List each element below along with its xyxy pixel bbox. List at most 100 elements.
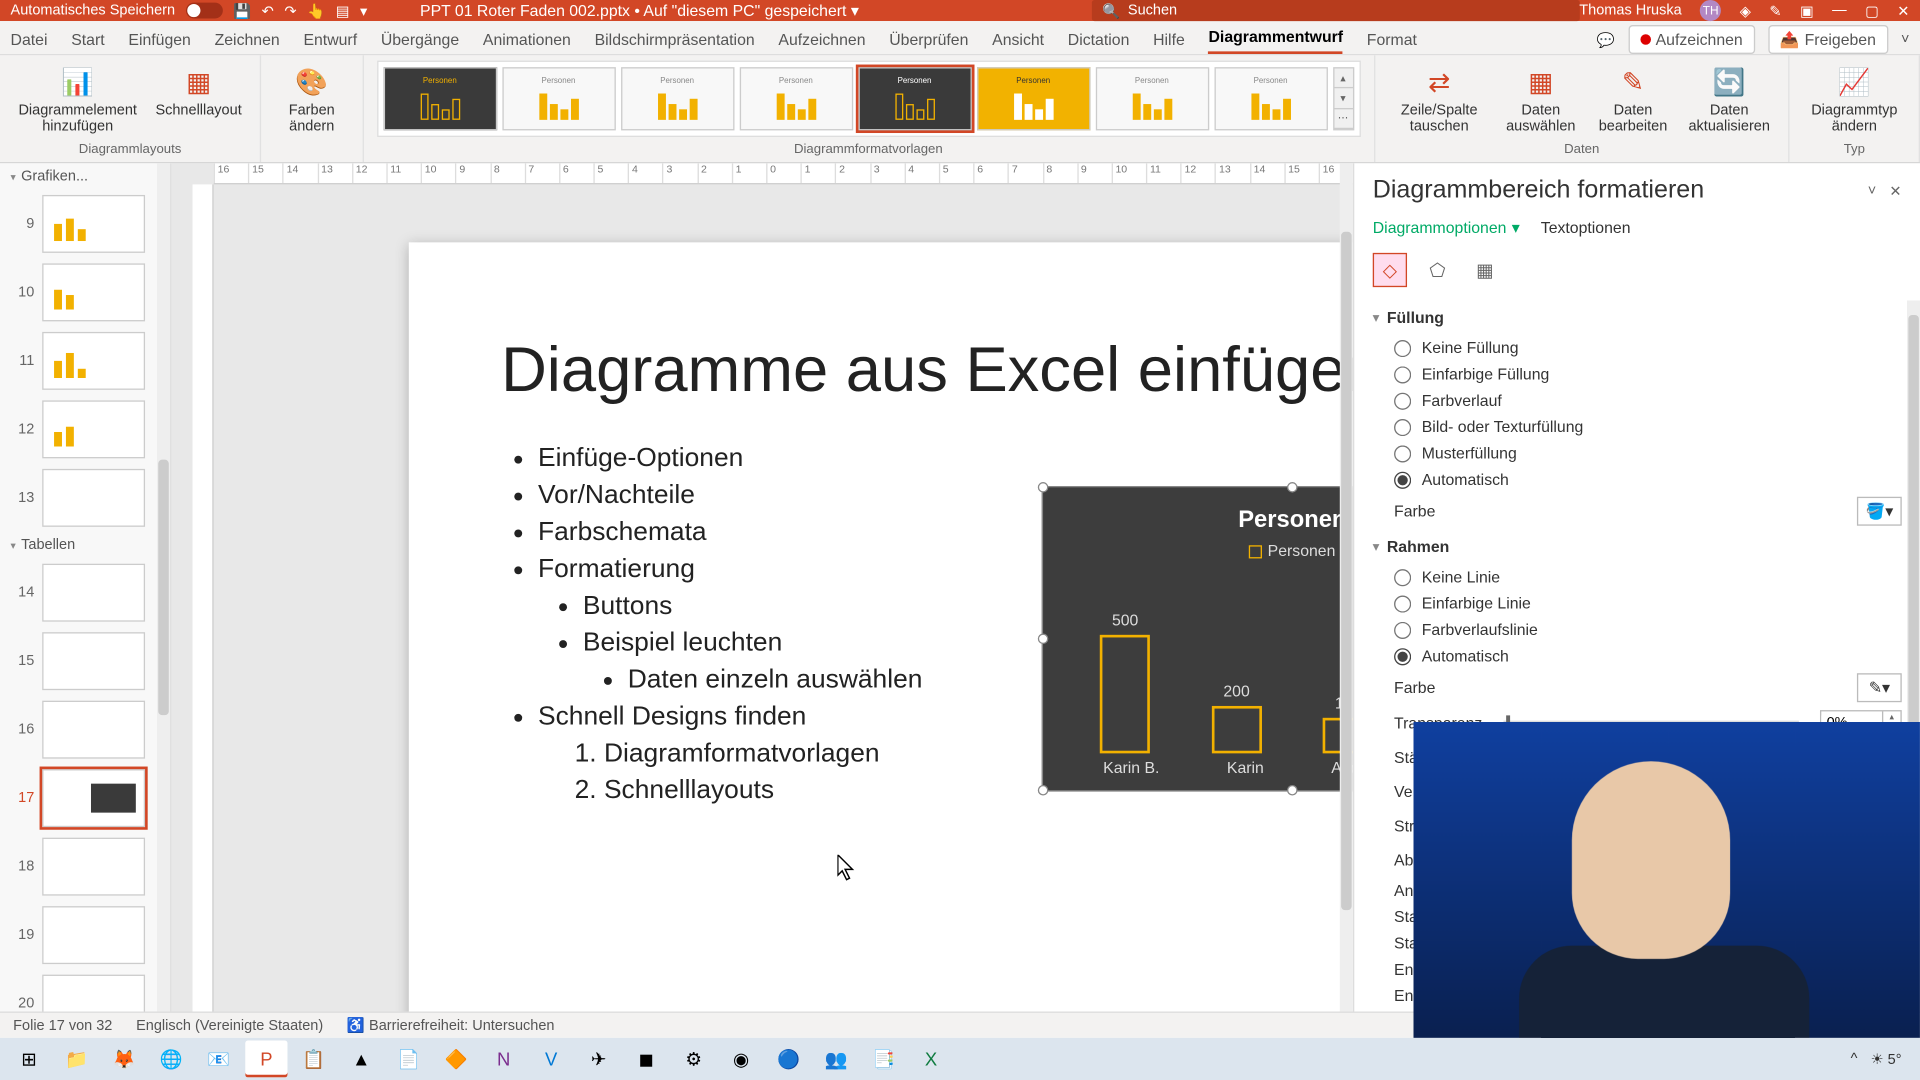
editor-scrollbar[interactable]	[1340, 163, 1353, 1011]
draw-icon[interactable]: ✎	[1769, 2, 1781, 19]
user-avatar[interactable]: TH	[1700, 0, 1721, 21]
gallery-scroll[interactable]: ▴▾⋯	[1333, 67, 1354, 130]
redo-icon[interactable]: ↷	[284, 2, 296, 19]
tab-hilfe[interactable]: Hilfe	[1153, 25, 1185, 54]
chart-legend[interactable]: Personen	[1043, 533, 1353, 559]
qat-more-icon[interactable]: ▾	[360, 2, 367, 19]
chart-object[interactable]: Personen Personen 500200150400 Karin B.K…	[1042, 486, 1353, 792]
fill-line-icon[interactable]: ◇	[1373, 253, 1407, 287]
tab-entwurf[interactable]: Entwurf	[303, 25, 357, 54]
ribbon-collapse-icon[interactable]: ˅	[1901, 32, 1909, 48]
tb-app5[interactable]: ⚙	[673, 1040, 715, 1077]
tb-app4[interactable]: ◼	[625, 1040, 667, 1077]
line-color-button[interactable]: ✎▾	[1857, 673, 1902, 702]
quick-layout-button[interactable]: ▦Schnelllayout	[150, 61, 247, 122]
slide-thumb-17[interactable]: 17	[0, 764, 170, 832]
chart-style-5[interactable]: Personen	[858, 67, 971, 130]
fill-gradient[interactable]: Farbverlauf	[1373, 387, 1902, 413]
size-props-icon[interactable]: ▦	[1468, 253, 1502, 287]
tb-app2[interactable]: 📄	[388, 1040, 430, 1077]
line-gradient[interactable]: Farbverlaufslinie	[1373, 616, 1902, 642]
resize-handle[interactable]	[1287, 482, 1298, 493]
record-button[interactable]: Aufzeichnen	[1628, 25, 1755, 54]
tab-aufzeichnen[interactable]: Aufzeichnen	[778, 25, 865, 54]
tab-einfuegen[interactable]: Einfügen	[128, 25, 190, 54]
chart-style-8[interactable]: Personen	[1214, 67, 1327, 130]
resize-handle[interactable]	[1038, 634, 1049, 645]
save-icon[interactable]: 💾	[233, 2, 251, 19]
pane-close-icon[interactable]: ✕	[1889, 182, 1901, 199]
fill-none[interactable]: Keine Füllung	[1373, 335, 1902, 361]
effects-icon[interactable]: ⬠	[1420, 253, 1454, 287]
section-fill[interactable]: Füllung	[1373, 300, 1902, 334]
tb-chrome[interactable]: 🌐	[150, 1040, 192, 1077]
fill-picture[interactable]: Bild- oder Texturfüllung	[1373, 414, 1902, 440]
accessibility-status[interactable]: ♿ Barrierefreiheit: Untersuchen	[347, 1017, 555, 1034]
slide-thumb-13[interactable]: 13	[0, 464, 170, 532]
slide-thumb-14[interactable]: 14	[0, 558, 170, 626]
section-border[interactable]: Rahmen	[1373, 529, 1902, 563]
tab-zeichnen[interactable]: Zeichnen	[215, 25, 280, 54]
tab-uebergaenge[interactable]: Übergänge	[381, 25, 459, 54]
line-solid[interactable]: Einfarbige Linie	[1373, 590, 1902, 616]
tb-app1[interactable]: 📋	[293, 1040, 335, 1077]
slide-thumb-9[interactable]: 9	[0, 190, 170, 258]
autosave-toggle[interactable]	[186, 3, 223, 19]
undo-icon[interactable]: ↶	[262, 2, 274, 19]
slide-thumb-18[interactable]: 18	[0, 832, 170, 900]
tb-explorer[interactable]: 📁	[55, 1040, 97, 1077]
chart-plot[interactable]: 500200150400	[1069, 593, 1353, 754]
touch-mode-icon[interactable]: 👆	[307, 2, 325, 19]
refresh-data-button[interactable]: 🔄Daten aktualisieren	[1683, 61, 1776, 137]
tab-bildschirm[interactable]: Bildschirmpräsentation	[595, 25, 755, 54]
minimize-icon[interactable]: —	[1832, 3, 1847, 19]
search-box[interactable]: 🔍 Suchen	[1091, 0, 1579, 21]
tray-overflow-icon[interactable]: ^	[1851, 1051, 1858, 1067]
select-data-button[interactable]: ▦Daten auswählen	[1498, 61, 1583, 137]
start-slideshow-icon[interactable]: ▤	[336, 2, 350, 19]
tb-vlc[interactable]: ▲	[340, 1040, 382, 1077]
slide-thumb-12[interactable]: 12	[0, 395, 170, 463]
line-none[interactable]: Keine Linie	[1373, 564, 1902, 590]
sync-icon[interactable]: ◈	[1740, 2, 1751, 19]
chart-style-4[interactable]: Personen	[739, 67, 852, 130]
comments-icon[interactable]: 💬	[1597, 31, 1615, 48]
slide-thumb-15[interactable]: 15	[0, 627, 170, 695]
tb-app3[interactable]: 🔶	[435, 1040, 477, 1077]
line-auto[interactable]: Automatisch	[1373, 643, 1902, 669]
maximize-icon[interactable]: ▢	[1865, 2, 1879, 19]
window-icon[interactable]: ▣	[1800, 2, 1814, 19]
slide-thumb-11[interactable]: 11	[0, 327, 170, 395]
tab-diagrammentwurf[interactable]: Diagrammentwurf	[1209, 22, 1344, 54]
chart-style-7[interactable]: Personen	[1095, 67, 1208, 130]
resize-handle[interactable]	[1038, 785, 1049, 796]
tb-app7[interactable]: 🔵	[767, 1040, 809, 1077]
resize-handle[interactable]	[1287, 785, 1298, 796]
add-chart-element-button[interactable]: 📊Diagrammelement hinzufügen	[13, 61, 142, 137]
tb-app6[interactable]: ◉	[720, 1040, 762, 1077]
slide-title[interactable]: Diagramme aus Excel einfügen	[501, 335, 1353, 407]
tab-text-options[interactable]: Textoptionen	[1541, 219, 1631, 237]
tb-powerpoint[interactable]: P	[245, 1040, 287, 1077]
slide-edit-area[interactable]: 1615141312111098765432101234567891011121…	[171, 163, 1353, 1011]
section-tables[interactable]: Tabellen	[0, 532, 170, 558]
fill-auto[interactable]: Automatisch	[1373, 466, 1902, 492]
tab-format[interactable]: Format	[1367, 25, 1417, 54]
chart-style-6[interactable]: Personen	[976, 67, 1089, 130]
fill-color-button[interactable]: 🪣▾	[1857, 497, 1902, 526]
language-status[interactable]: Englisch (Vereinigte Staaten)	[136, 1017, 323, 1033]
share-button[interactable]: 📤Freigeben	[1768, 25, 1888, 54]
slide-body[interactable]: Einfüge-Optionen Vor/Nachteile Farbschem…	[501, 440, 922, 809]
change-colors-button[interactable]: 🎨Farben ändern	[275, 61, 349, 137]
tab-start[interactable]: Start	[71, 25, 104, 54]
change-chart-type-button[interactable]: 📈Diagrammtyp ändern	[1803, 61, 1905, 137]
tb-app9[interactable]: 📑	[862, 1040, 904, 1077]
tb-outlook[interactable]: 📧	[198, 1040, 240, 1077]
tab-dictation[interactable]: Dictation	[1068, 25, 1130, 54]
close-icon[interactable]: ✕	[1897, 2, 1909, 19]
tab-datei[interactable]: Datei	[11, 25, 48, 54]
slide-thumb-10[interactable]: 10	[0, 258, 170, 326]
title-dropdown-icon[interactable]: ▾	[851, 1, 859, 19]
edit-data-button[interactable]: ✎Daten bearbeiten	[1591, 61, 1675, 137]
fill-solid[interactable]: Einfarbige Füllung	[1373, 361, 1902, 387]
